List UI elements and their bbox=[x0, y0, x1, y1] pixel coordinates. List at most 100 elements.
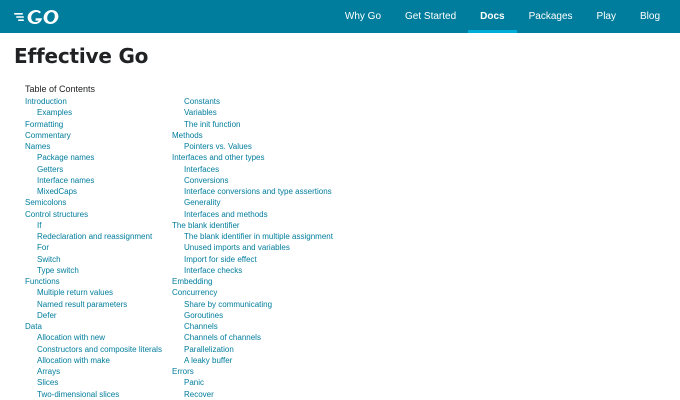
toc-link-interfaces-and-methods[interactable]: Interfaces and methods bbox=[184, 210, 268, 219]
toc-link-errors[interactable]: Errors bbox=[172, 367, 194, 376]
toc-item: Data bbox=[25, 321, 162, 332]
toc-link-switch[interactable]: Switch bbox=[37, 255, 61, 264]
go-logo-graphic bbox=[14, 9, 59, 24]
toc-link-the-blank-identifier[interactable]: The blank identifier bbox=[172, 221, 240, 230]
toc-item: Concurrency bbox=[172, 287, 333, 298]
toc-link-conversions[interactable]: Conversions bbox=[184, 176, 228, 185]
toc-link-getters[interactable]: Getters bbox=[37, 165, 63, 174]
toc-item: Recover bbox=[172, 389, 333, 400]
toc-link-import-for-side-effect[interactable]: Import for side effect bbox=[184, 255, 257, 264]
toc-item: Names bbox=[25, 141, 162, 152]
toc-link-goroutines[interactable]: Goroutines bbox=[184, 311, 223, 320]
nav-link-docs[interactable]: Docs bbox=[468, 0, 518, 33]
toc-link-semicolons[interactable]: Semicolons bbox=[25, 198, 66, 207]
nav-link-blog[interactable]: Blog bbox=[628, 0, 672, 33]
toc-link-package-names[interactable]: Package names bbox=[37, 153, 94, 162]
toc-item: The init function bbox=[172, 119, 333, 130]
page-title: Effective Go bbox=[14, 44, 149, 68]
toc-link-panic[interactable]: Panic bbox=[184, 378, 204, 387]
toc-item: Goroutines bbox=[172, 310, 333, 321]
toc-link-control-structures[interactable]: Control structures bbox=[25, 210, 88, 219]
toc-link-a-leaky-buffer[interactable]: A leaky buffer bbox=[184, 356, 232, 365]
toc-item: Channels bbox=[172, 321, 333, 332]
toc-link-interface-names[interactable]: Interface names bbox=[37, 176, 94, 185]
toc-link-embedding[interactable]: Embedding bbox=[172, 277, 212, 286]
toc-item: Commentary bbox=[25, 130, 162, 141]
toc-item: Embedding bbox=[172, 276, 333, 287]
nav-link-get-started[interactable]: Get Started bbox=[393, 0, 468, 33]
toc-item: Unused imports and variables bbox=[172, 242, 333, 253]
toc-link-allocation-with-make[interactable]: Allocation with make bbox=[37, 356, 110, 365]
toc-link-pointers-vs-values[interactable]: Pointers vs. Values bbox=[184, 142, 252, 151]
toc-item: Interface conversions and type assertion… bbox=[172, 186, 333, 197]
toc-item: Import for side effect bbox=[172, 254, 333, 265]
toc-link-allocation-with-new[interactable]: Allocation with new bbox=[37, 333, 105, 342]
toc-item: Type switch bbox=[25, 265, 162, 276]
toc-link-constants[interactable]: Constants bbox=[184, 97, 220, 106]
toc-link-interfaces[interactable]: Interfaces bbox=[184, 165, 219, 174]
toc-link-if[interactable]: If bbox=[37, 221, 41, 230]
toc-item: Slices bbox=[25, 377, 162, 388]
toc-link-concurrency[interactable]: Concurrency bbox=[172, 288, 217, 297]
toc-link-interfaces-and-other-types[interactable]: Interfaces and other types bbox=[172, 153, 265, 162]
toc-link-redeclaration-and-reassignment[interactable]: Redeclaration and reassignment bbox=[37, 232, 152, 241]
top-navigation-bar: Why Go Get Started Docs Packages Play Blog bbox=[0, 0, 680, 33]
toc-link-generality[interactable]: Generality bbox=[184, 198, 220, 207]
toc-item: The blank identifier in multiple assignm… bbox=[172, 231, 333, 242]
toc-item: The blank identifier bbox=[172, 220, 333, 231]
toc-item: Methods bbox=[172, 130, 333, 141]
toc-item: Interfaces bbox=[172, 164, 333, 175]
toc-link-functions[interactable]: Functions bbox=[25, 277, 60, 286]
toc-link-recover[interactable]: Recover bbox=[184, 390, 214, 399]
toc-item: Semicolons bbox=[25, 197, 162, 208]
toc-link-names[interactable]: Names bbox=[25, 142, 50, 151]
toc-item: Arrays bbox=[25, 366, 162, 377]
toc-link-named-result-parameters[interactable]: Named result parameters bbox=[37, 300, 127, 309]
toc-link-channels-of-channels[interactable]: Channels of channels bbox=[184, 333, 261, 342]
toc-link-defer[interactable]: Defer bbox=[37, 311, 57, 320]
toc-link-parallelization[interactable]: Parallelization bbox=[184, 345, 234, 354]
toc-item: Interfaces and other types bbox=[172, 152, 333, 163]
toc-link-examples[interactable]: Examples bbox=[37, 108, 72, 117]
toc-item: Redeclaration and reassignment bbox=[25, 231, 162, 242]
toc-link-data[interactable]: Data bbox=[25, 322, 42, 331]
toc-link-methods[interactable]: Methods bbox=[172, 131, 203, 140]
toc-heading: Table of Contents bbox=[25, 84, 96, 94]
go-logo-icon[interactable] bbox=[14, 4, 62, 29]
toc-item: For bbox=[25, 242, 162, 253]
toc-link-slices[interactable]: Slices bbox=[37, 378, 58, 387]
toc-link-constructors-and-composite-literals[interactable]: Constructors and composite literals bbox=[37, 345, 162, 354]
toc-link-interface-checks[interactable]: Interface checks bbox=[184, 266, 242, 275]
toc-link-the-blank-identifier-in-multiple-assignment[interactable]: The blank identifier in multiple assignm… bbox=[184, 232, 333, 241]
toc-item: Interface checks bbox=[172, 265, 333, 276]
toc-link-type-switch[interactable]: Type switch bbox=[37, 266, 79, 275]
toc-item: Two-dimensional slices bbox=[25, 389, 162, 400]
toc-item: Multiple return values bbox=[25, 287, 162, 298]
toc-link-arrays[interactable]: Arrays bbox=[37, 367, 60, 376]
nav-link-why-go[interactable]: Why Go bbox=[333, 0, 393, 33]
nav-link-packages[interactable]: Packages bbox=[517, 0, 585, 33]
toc-link-mixedcaps[interactable]: MixedCaps bbox=[37, 187, 77, 196]
toc-item: Examples bbox=[25, 107, 162, 118]
toc-item: Allocation with make bbox=[25, 355, 162, 366]
toc-link-introduction[interactable]: Introduction bbox=[25, 97, 67, 106]
toc-link-for[interactable]: For bbox=[37, 243, 49, 252]
toc-item: Parallelization bbox=[172, 344, 333, 355]
toc-link-multiple-return-values[interactable]: Multiple return values bbox=[37, 288, 113, 297]
toc-item: Panic bbox=[172, 377, 333, 388]
toc-link-interface-conversions-and-type-assertions[interactable]: Interface conversions and type assertion… bbox=[184, 187, 332, 196]
toc-link-channels[interactable]: Channels bbox=[184, 322, 218, 331]
toc-item: Conversions bbox=[172, 175, 333, 186]
nav-link-play[interactable]: Play bbox=[585, 0, 628, 33]
toc-link-formatting[interactable]: Formatting bbox=[25, 120, 63, 129]
toc-link-the-init-function[interactable]: The init function bbox=[184, 120, 240, 129]
toc-link-variables[interactable]: Variables bbox=[184, 108, 217, 117]
toc-link-unused-imports-and-variables[interactable]: Unused imports and variables bbox=[184, 243, 290, 252]
toc-link-two-dimensional-slices[interactable]: Two-dimensional slices bbox=[37, 390, 119, 399]
toc-item: Channels of channels bbox=[172, 332, 333, 343]
toc-link-commentary[interactable]: Commentary bbox=[25, 131, 71, 140]
toc-item: A leaky buffer bbox=[172, 355, 333, 366]
toc-item: Share by communicating bbox=[172, 299, 333, 310]
toc-link-share-by-communicating[interactable]: Share by communicating bbox=[184, 300, 272, 309]
toc-item: Variables bbox=[172, 107, 333, 118]
